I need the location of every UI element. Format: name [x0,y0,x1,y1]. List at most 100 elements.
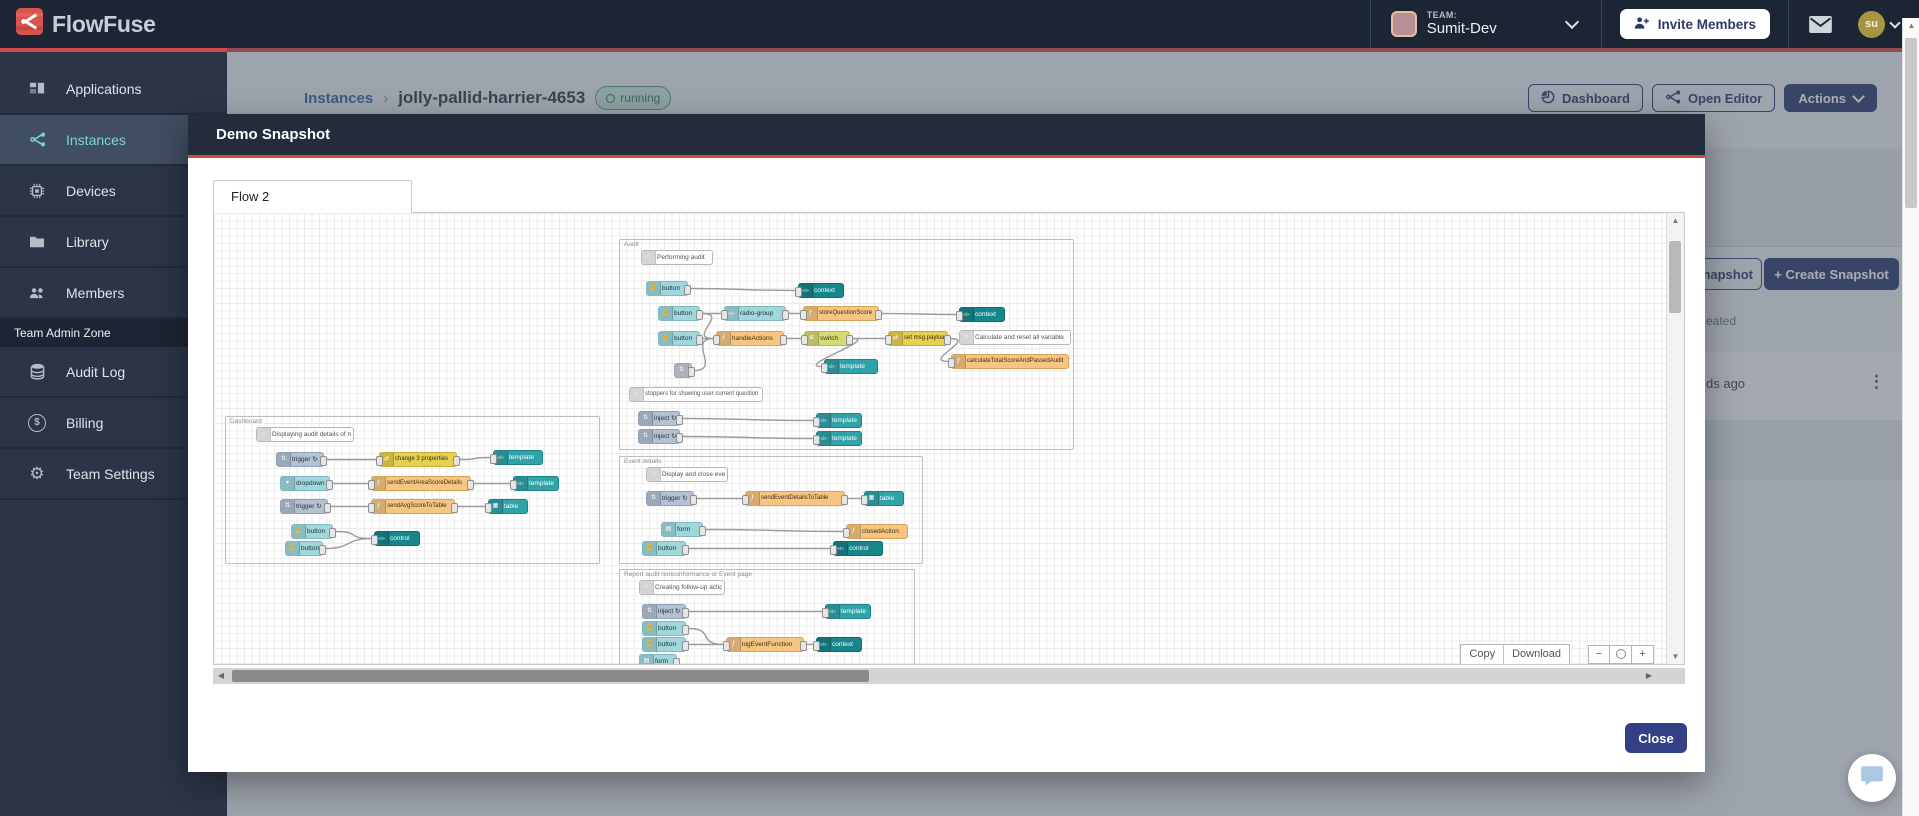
flow-node-label: Display and close events [662,471,725,478]
sidebar-item-label: Applications [66,80,142,97]
scrollbar-thumb[interactable] [232,670,869,682]
flow-node-button: ☝ button [642,621,689,636]
output-port [846,334,853,345]
demo-snapshot-modal: Demo Snapshot Flow 2 Audit Dashboard Event… [188,114,1705,772]
scroll-up-icon[interactable]: ▲ [1667,213,1684,228]
input-port [956,310,963,321]
flow-node-control: </> control [830,541,883,556]
output-port [696,334,703,345]
chat-widget[interactable] [1848,754,1896,802]
flow-node-label: trigger ↻ [296,503,322,510]
output-port [676,432,683,443]
pointer-icon: ☝ [659,332,673,345]
zoom-in-button[interactable]: + [1632,645,1654,664]
page-scrollbar[interactable]: ▲ [1902,18,1919,816]
flow-node-inject: ⇅ inject ↻ [642,604,689,619]
flow-node-label: template [840,363,865,370]
output-port [682,624,689,635]
input-port [376,455,383,466]
sidebar-item-label: Instances [66,131,126,148]
audit-log-icon [22,363,52,380]
user-avatar[interactable]: su [1858,10,1885,38]
download-button[interactable]: Download [1503,645,1569,664]
output-port [467,479,474,490]
flow-node-calculatetotalscoreandpassedaudit: ƒ calculateTotalScoreAndPassedAudit [948,354,1069,369]
viewer-horizontal-scrollbar[interactable]: ◀ ▶ [213,668,1685,684]
input-port [723,640,730,651]
flow-node-template: </> template [813,431,862,446]
library-icon [22,235,52,249]
sidebar-item-label: Billing [66,414,104,431]
flow-node-label: control [390,535,410,542]
members-icon [22,286,52,300]
settings-icon: ⚙ [29,464,45,483]
flow-node-label: calculateTotalScoreAndPassedAudit [967,358,1064,364]
flow-node-switch: ≶ switch [801,331,853,346]
close-button[interactable]: Close [1625,723,1687,753]
pointer-icon: ☝ [292,525,306,538]
output-port [841,494,848,505]
applications-icon [22,81,52,97]
team-avatar [1390,11,1417,37]
flow-node-inject: ⇅ inject ↻ [638,411,683,426]
flow-node-trigger: ⇅ trigger ↻ [646,491,697,506]
tab-flow-2[interactable]: Flow 2 [213,180,412,213]
zoom-out-button[interactable]: − [1588,645,1610,664]
flow-node-label: context [975,311,996,318]
viewer-vertical-scrollbar[interactable]: ▲ ▼ [1666,213,1684,664]
inject-icon: ⇅ [643,605,657,618]
form-icon: ▤ [662,523,676,536]
output-port [326,479,333,490]
team-name: Sumit-Dev [1426,19,1497,37]
input-port [510,479,517,490]
flow-node-context: </> context [813,637,862,652]
scroll-up-icon[interactable]: ▲ [1903,18,1919,34]
top-navbar: FlowFuse TEAM: Sumit-Dev Invite Members … [0,0,1919,48]
scrollbar-thumb[interactable] [1905,38,1917,208]
flow-node-creating-follow-up-action: ○ Creating follow-up action [639,580,725,595]
scroll-down-icon[interactable]: ▼ [1667,649,1684,664]
flow-node-display-and-close-events: ○Display and close events [646,467,728,482]
scroll-left-icon[interactable]: ◀ [213,668,229,684]
flow-node-label: control [849,545,869,552]
comment-icon: ○ [642,251,656,264]
comment-icon: ○ [647,468,661,481]
flow-node-closedaction: ƒ closedAction [843,524,908,539]
flow-node-sendavgscoretotable: ƒ sendAvgScoreToTable [368,499,458,514]
invite-members-button[interactable]: Invite Members [1619,9,1770,39]
flow-node-table: ▦ table [485,499,528,514]
output-port [800,640,807,651]
brand-title: FlowFuse [52,10,156,37]
flow-node-handleactions: ƒ handleActions [713,331,787,346]
flow-viewer-canvas[interactable]: Audit Dashboard Event details Report audit … [213,212,1685,665]
flow-node-sendeventareascoredetails: ƒ sendEventAreaScoreDetails [368,476,474,491]
output-port [875,309,882,320]
sidebar-item-label: Audit Log [66,363,126,380]
input-port [861,494,868,505]
input-port [813,416,820,427]
flow-node-label: Creating follow-up action [655,584,722,591]
brand[interactable]: FlowFuse [0,8,156,40]
input-port [843,527,850,538]
team-selector[interactable]: TEAM: Sumit-Dev [1371,0,1601,48]
input-port [801,334,808,345]
output-port [682,607,689,618]
comment-icon: ○ [960,331,974,344]
flow-node-label: sendEventAreaScoreDetails [387,480,463,486]
flow-node-context: </> context [795,283,844,298]
zoom-reset-button[interactable] [1610,645,1632,664]
flow-node-label: button [301,545,320,552]
input-port [742,494,749,505]
scroll-right-icon[interactable]: ▶ [1641,668,1657,684]
mail-icon[interactable] [1809,15,1832,33]
sidebar-item-applications[interactable]: Applications [0,64,227,115]
flow-node-dropdown: ▾ dropdown [280,476,333,491]
flow-node-template: </> template [490,450,543,465]
divider [1600,0,1602,48]
flow-node-label: set msg.payload [904,335,945,341]
scrollbar-thumb[interactable] [1669,241,1681,313]
inject-icon: ⇅ [639,412,653,425]
copy-button[interactable]: Copy [1461,645,1503,664]
flow-group-label: Event details [624,458,662,465]
input-port [822,607,829,618]
